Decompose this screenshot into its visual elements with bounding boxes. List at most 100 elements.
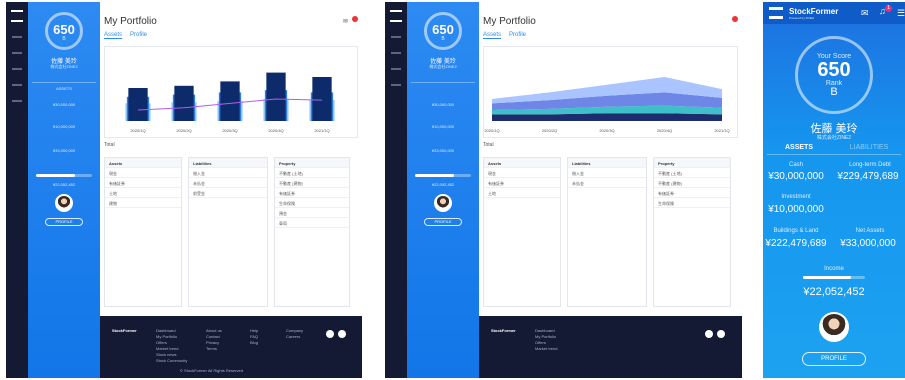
footer-link[interactable]: Stock Community	[156, 358, 187, 364]
tab-profile[interactable]: Profile	[130, 32, 147, 38]
income-bar	[415, 174, 471, 177]
list-item[interactable]: 不動産 (土地)	[654, 168, 730, 178]
facebook-icon[interactable]	[326, 330, 334, 338]
footer-link[interactable]: Market trend	[535, 346, 557, 352]
list-item[interactable]: 不動産 (建物)	[654, 178, 730, 188]
facebook-icon[interactable]	[705, 330, 713, 338]
avatar[interactable]	[434, 194, 452, 212]
page-title: My Portfolio	[483, 16, 536, 27]
tab-liabilities[interactable]: LIABILITIES	[837, 144, 901, 151]
tab-assets[interactable]: ASSETS	[769, 144, 829, 151]
assets-tab[interactable]: ASSETS	[28, 86, 100, 91]
score-ring: 650 B	[424, 12, 462, 50]
list-item[interactable]: 車両	[275, 218, 349, 228]
nav-settings-icon[interactable]	[12, 100, 22, 102]
nav-news-icon[interactable]	[391, 68, 401, 70]
list-item[interactable]: 有価証券	[654, 188, 730, 198]
twitter-icon[interactable]	[338, 330, 346, 338]
footer-link[interactable]: Blog	[250, 340, 258, 346]
nav-market-icon[interactable]	[12, 52, 22, 54]
net-value: ¥33,000,000	[840, 238, 896, 249]
mobile-header: StockFormer Powered by ZINE2 ✉ ♫ 1 ☰	[763, 2, 905, 24]
list-item[interactable]: 未払金	[189, 178, 267, 188]
page-title: My Portfolio	[104, 16, 157, 27]
menu-icon[interactable]: ☰	[897, 8, 905, 19]
profile-button[interactable]: PROFILE	[802, 352, 866, 366]
logo-icon[interactable]	[390, 10, 402, 22]
tab-assets[interactable]: Assets	[104, 32, 123, 39]
footer-link[interactable]: Terms	[206, 346, 222, 352]
list-item[interactable]: 未払金	[568, 178, 646, 188]
brand-title: StockFormer	[789, 7, 839, 16]
footer: StockFormer Dashboard My Portfolio Offer…	[100, 316, 362, 378]
logo-icon[interactable]	[769, 7, 783, 19]
area-chart-svg: 2020/1Q 2020/2Q 2020/3Q 2020/4Q 2021/1Q	[484, 77, 730, 133]
property-column: Property 不動産 (土地) 不動産 (建物) 有価証券 生命保険 預金 …	[274, 157, 350, 307]
assets-column: Assets 現金 有価証券 土地	[483, 157, 561, 307]
list-item[interactable]: 借入金	[189, 168, 267, 178]
nav-portfolio-icon[interactable]	[391, 36, 401, 38]
list-item[interactable]: 生命保険	[275, 198, 349, 208]
nav-community-icon[interactable]	[12, 84, 22, 86]
notification-badge[interactable]	[352, 16, 358, 22]
list-item[interactable]: 不動産 (建物)	[275, 178, 349, 188]
tab-assets[interactable]: Assets	[483, 32, 502, 39]
income-value: ¥22,052,452	[52, 182, 76, 187]
list-item[interactable]: 不動産 (土地)	[275, 168, 349, 178]
cash-value: ¥30,000,000	[431, 102, 455, 107]
profile-button[interactable]: PROFILE	[45, 218, 83, 226]
list-item[interactable]: 借入金	[568, 168, 646, 178]
bar	[174, 85, 194, 121]
avatar[interactable]	[55, 194, 73, 212]
nav-portfolio-icon[interactable]	[12, 36, 22, 38]
notification-badge: 1	[885, 5, 892, 12]
list-item[interactable]: 有価証券	[105, 178, 181, 188]
x-tick-label: 2020/1Q	[130, 128, 145, 133]
copyright: © StockFormer All Rights Reserved	[180, 368, 243, 373]
x-tick-label: 2020/2Q	[542, 128, 557, 133]
x-tick-label: 2020/1Q	[484, 128, 499, 133]
notification-badge[interactable]	[732, 16, 738, 22]
brand-subtitle: Powered by ZINE2	[789, 16, 815, 20]
col-assets-header: Assets	[484, 158, 560, 168]
income-bar	[803, 276, 865, 279]
nav-rail	[6, 2, 28, 378]
company-name: 株式会社ZINE2	[816, 135, 852, 141]
twitter-icon[interactable]	[717, 330, 725, 338]
nav-market-icon[interactable]	[391, 52, 401, 54]
mail-icon[interactable]: ✉	[861, 8, 869, 19]
cash-value: ¥30,000,000	[52, 102, 76, 107]
section-title: Total	[104, 142, 115, 148]
col-property-header: Property	[275, 158, 349, 168]
x-tick-label: 2020/4Q	[657, 128, 672, 133]
list-item[interactable]: 生命保険	[654, 198, 730, 208]
list-item[interactable]: 土地	[105, 188, 181, 198]
income-bar	[36, 174, 92, 177]
list-item[interactable]: 現金	[105, 168, 181, 178]
profile-button[interactable]: PROFILE	[424, 218, 462, 226]
list-item[interactable]: 有価証券	[484, 178, 560, 188]
list-item[interactable]: 預金	[275, 208, 349, 218]
col-assets-header: Assets	[105, 158, 181, 168]
mail-icon[interactable]: ✉	[343, 18, 348, 25]
income-value: ¥22,052,452	[431, 182, 455, 187]
col-liab-header: Liabilities	[189, 158, 267, 168]
area-chart: 2020/1Q 2020/2Q 2020/3Q 2020/4Q 2021/1Q	[483, 46, 738, 138]
income-bar-fill	[36, 174, 76, 177]
income-label: Income	[824, 266, 844, 272]
nav-community-icon[interactable]	[391, 84, 401, 86]
list-item[interactable]: 土地	[484, 188, 560, 198]
footer-link[interactable]: Careers	[286, 334, 303, 340]
debt-label: Long-term Debt	[849, 162, 891, 168]
nav-news-icon[interactable]	[12, 68, 22, 70]
tab-profile[interactable]: Profile	[509, 32, 526, 38]
liabilities-column: Liabilities 借入金 未払金	[567, 157, 647, 307]
avatar[interactable]	[819, 312, 849, 342]
list-item[interactable]: 建物	[105, 198, 181, 208]
list-item[interactable]: 前受金	[189, 188, 267, 198]
list-item[interactable]: 有価証券	[275, 188, 349, 198]
logo-icon[interactable]	[11, 10, 23, 22]
mobile-score-panel: StockFormer Powered by ZINE2 ✉ ♫ 1 ☰ Your…	[763, 2, 905, 378]
list-item[interactable]: 現金	[484, 168, 560, 178]
rank-value: B	[830, 86, 838, 98]
